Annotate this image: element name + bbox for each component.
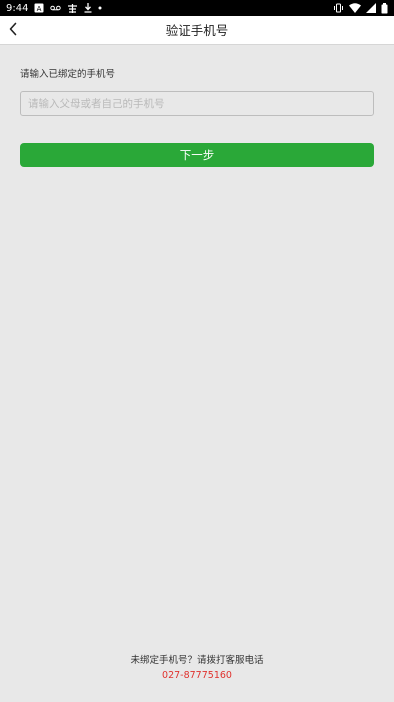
notification-a-icon: A: [34, 2, 44, 14]
next-step-button[interactable]: 下一步: [20, 143, 374, 167]
phone-input[interactable]: [20, 91, 374, 116]
vibrate-icon: [333, 2, 344, 14]
svg-text:A: A: [37, 5, 42, 13]
wifi-icon: [349, 2, 361, 14]
voicemail-icon: [50, 2, 62, 14]
footer-note: 未绑定手机号？请拨打客服电话: [130, 655, 264, 666]
signal-icon: [366, 2, 376, 14]
status-right-icons: [333, 2, 388, 14]
download-icon: [84, 2, 92, 14]
service-phone-link[interactable]: 027-87775160: [162, 670, 232, 681]
status-left-icons: A: [34, 2, 102, 14]
status-time: 9:44: [6, 2, 29, 14]
page-title: 验证手机号: [165, 23, 229, 38]
app-notification-icon: [67, 2, 78, 14]
battery-icon: [381, 2, 388, 14]
phone-field-label: 请输入已绑定的手机号: [20, 69, 116, 80]
dot-icon: [98, 2, 102, 14]
footer-phone-container: 027-87775160: [0, 670, 394, 681]
title-bar: 验证手机号: [0, 16, 394, 45]
status-bar: 9:44 A: [0, 0, 394, 16]
